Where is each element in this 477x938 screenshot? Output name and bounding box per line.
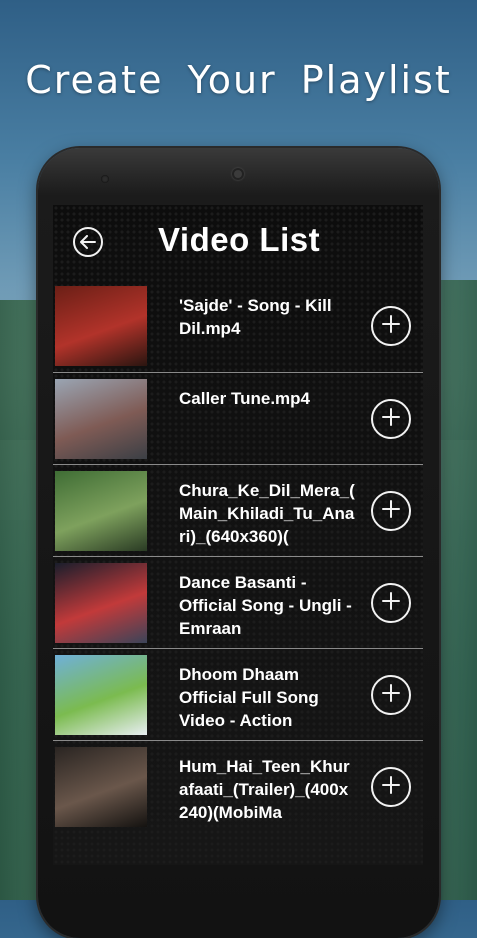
title-bar: Video List	[53, 205, 423, 280]
plus-circle-icon	[381, 683, 401, 708]
add-to-playlist-button[interactable]	[371, 306, 411, 346]
back-arrow-icon	[80, 235, 96, 249]
video-thumbnail	[55, 563, 147, 643]
list-item[interactable]: Chura_Ke_Dil_Mera_(Main_Khiladi_Tu_Anari…	[53, 464, 423, 556]
phone-camera	[232, 168, 244, 180]
app-screen: Video List 'Sajde' - Song - Kill Dil.mp4…	[53, 205, 423, 865]
list-item[interactable]: 'Sajde' - Song - Kill Dil.mp4	[53, 280, 423, 372]
page-title: Video List	[158, 221, 321, 258]
add-to-playlist-button[interactable]	[371, 491, 411, 531]
video-list: 'Sajde' - Song - Kill Dil.mp4 Caller Tun…	[53, 280, 423, 832]
plus-circle-icon	[381, 499, 401, 524]
plus-circle-icon	[381, 314, 401, 339]
video-title: Dance Basanti - Official Song - Ungli - …	[179, 573, 352, 638]
plus-circle-icon	[381, 775, 401, 800]
video-thumbnail	[55, 655, 147, 735]
list-item[interactable]: Hum_Hai_Teen_Khurafaati_(Trailer)_(400x2…	[53, 740, 423, 832]
video-title: Chura_Ke_Dil_Mera_(Main_Khiladi_Tu_Anari…	[179, 481, 355, 546]
promo-headline: Create Your Playlist	[25, 58, 452, 102]
add-to-playlist-button[interactable]	[371, 399, 411, 439]
video-title: Hum_Hai_Teen_Khurafaati_(Trailer)_(400x2…	[179, 757, 350, 822]
video-thumbnail	[55, 286, 147, 366]
video-thumbnail	[55, 471, 147, 551]
plus-circle-icon	[381, 591, 401, 616]
add-to-playlist-button[interactable]	[371, 675, 411, 715]
plus-circle-icon	[381, 407, 401, 432]
back-button[interactable]	[73, 227, 103, 257]
add-to-playlist-button[interactable]	[371, 583, 411, 623]
video-title: Dhoom Dhaam Official Full Song Video - A…	[179, 665, 319, 730]
list-item[interactable]: Caller Tune.mp4	[53, 372, 423, 464]
add-to-playlist-button[interactable]	[371, 767, 411, 807]
list-item[interactable]: Dance Basanti - Official Song - Ungli - …	[53, 556, 423, 648]
list-item[interactable]: Dhoom Dhaam Official Full Song Video - A…	[53, 648, 423, 740]
video-title: Caller Tune.mp4	[179, 389, 310, 408]
video-thumbnail	[55, 379, 147, 459]
phone-sensor	[101, 175, 109, 183]
video-thumbnail	[55, 747, 147, 827]
video-title: 'Sajde' - Song - Kill Dil.mp4	[179, 296, 332, 338]
